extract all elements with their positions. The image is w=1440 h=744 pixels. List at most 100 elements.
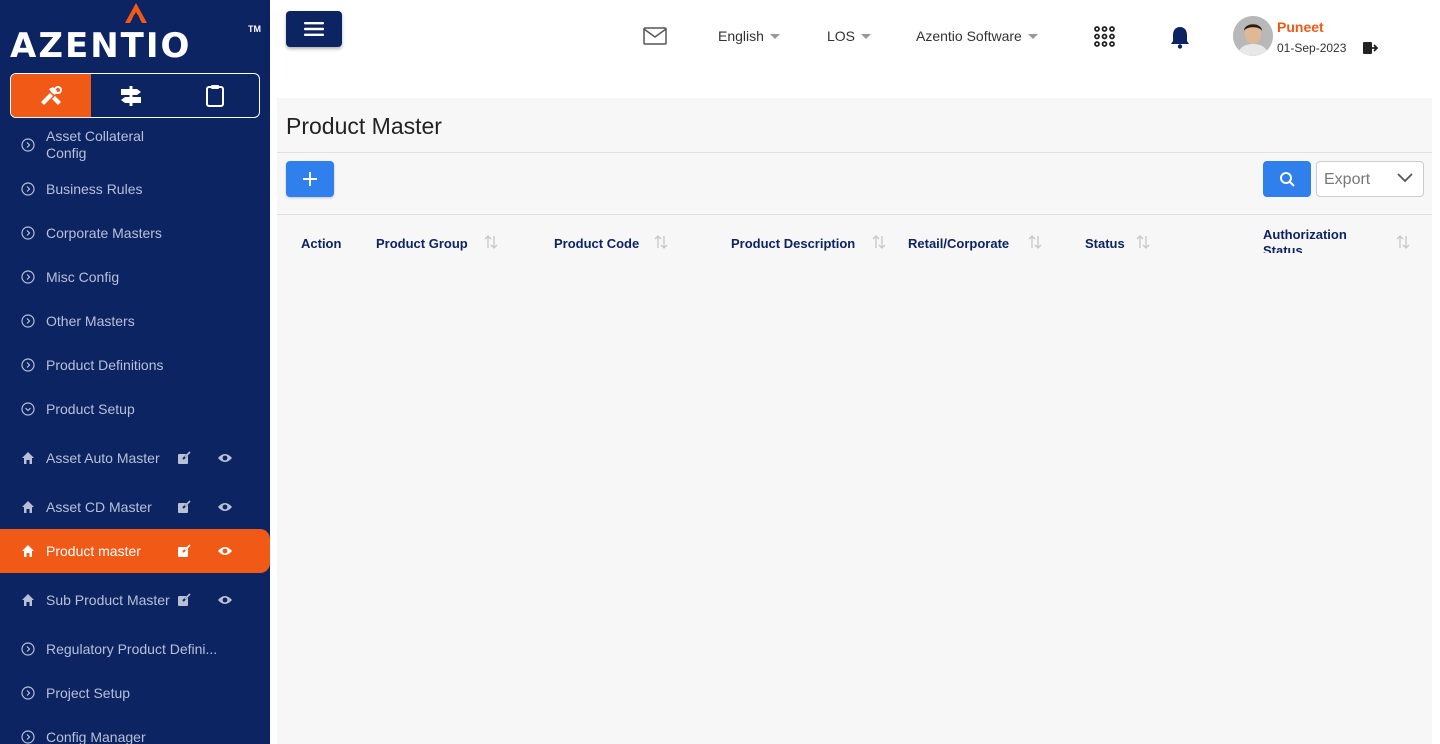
logo-trademark: TM bbox=[248, 24, 261, 34]
sidebar-item-label: Product Definitions bbox=[46, 356, 164, 373]
mail-icon[interactable] bbox=[643, 27, 667, 45]
plus-icon bbox=[303, 172, 317, 186]
module-tab-clipboard[interactable] bbox=[171, 74, 259, 117]
home-icon bbox=[22, 452, 34, 464]
user-name: Puneet bbox=[1277, 19, 1324, 35]
sidebar-item-business-rules[interactable]: Business Rules bbox=[0, 167, 270, 211]
home-icon bbox=[22, 594, 34, 606]
company-value: Azentio Software bbox=[916, 28, 1022, 44]
eye-icon[interactable] bbox=[217, 452, 233, 464]
user-date: 01-Sep-2023 bbox=[1277, 41, 1347, 55]
language-dropdown[interactable]: English bbox=[718, 28, 780, 44]
module-tab-signpost[interactable] bbox=[91, 74, 171, 117]
product-master-panel: Product Master Export Action Product Gro… bbox=[277, 98, 1432, 744]
chevron-circle-right-icon bbox=[21, 314, 35, 328]
chevron-circle-right-icon bbox=[21, 138, 35, 152]
edit-icon[interactable] bbox=[177, 544, 191, 558]
logo-mark-icon bbox=[125, 3, 147, 23]
column-header-status[interactable]: Status bbox=[1085, 215, 1260, 253]
column-header-action: Action bbox=[301, 215, 371, 253]
column-label: Product Code bbox=[554, 236, 640, 251]
azentio-logo[interactable]: AZENTIO TM bbox=[10, 2, 262, 68]
chevron-circle-right-icon bbox=[21, 226, 35, 240]
clipboard-icon bbox=[206, 84, 224, 107]
sidebar-item-label: Product Setup bbox=[46, 400, 135, 417]
sort-icon[interactable] bbox=[1135, 234, 1151, 250]
main-content: Product Master Export Action Product Gro… bbox=[270, 76, 1440, 744]
language-value: English bbox=[718, 28, 764, 44]
sort-icon[interactable] bbox=[1395, 234, 1411, 250]
edit-icon[interactable] bbox=[177, 500, 191, 514]
module-tab-tools[interactable] bbox=[11, 74, 91, 117]
sidebar-item-label: Asset Auto Master bbox=[46, 449, 160, 466]
sidebar-item-asset-collateral-config[interactable]: Asset Collateral Config bbox=[0, 123, 270, 167]
sidebar-item-project-setup[interactable]: Project Setup bbox=[0, 671, 270, 715]
hamburger-icon bbox=[304, 22, 324, 36]
export-label: Export bbox=[1324, 171, 1371, 188]
apps-grid-icon[interactable] bbox=[1094, 26, 1115, 47]
user-photo-icon bbox=[1233, 16, 1273, 56]
sidebar-item-asset-auto-master[interactable]: Asset Auto Master bbox=[0, 431, 270, 485]
sidebar-item-product-master[interactable]: Product master bbox=[0, 529, 270, 573]
tools-icon bbox=[41, 85, 62, 105]
sidebar-item-label: Asset CD Master bbox=[46, 498, 152, 515]
sidebar-item-product-setup[interactable]: Product Setup bbox=[0, 387, 270, 431]
sort-icon[interactable] bbox=[483, 234, 499, 250]
notification-bell-icon[interactable] bbox=[1169, 25, 1191, 49]
company-dropdown[interactable]: Azentio Software bbox=[916, 28, 1038, 44]
sidebar-item-misc-config[interactable]: Misc Config bbox=[0, 255, 270, 299]
sidebar-nav: Asset Collateral Config Business Rules C… bbox=[0, 123, 270, 744]
module-dropdown[interactable]: LOS bbox=[827, 28, 872, 44]
chevron-circle-right-icon bbox=[21, 642, 35, 656]
sort-icon[interactable] bbox=[1027, 234, 1043, 250]
eye-icon[interactable] bbox=[217, 545, 233, 557]
column-header-product-code[interactable]: Product Code bbox=[554, 215, 729, 253]
column-header-product-group[interactable]: Product Group bbox=[376, 215, 551, 253]
sidebar-item-config-manager[interactable]: Config Manager bbox=[0, 715, 270, 744]
sidebar-item-regulatory-product-definition[interactable]: Regulatory Product Defini... bbox=[0, 627, 270, 671]
sidebar-item-label: Corporate Masters bbox=[46, 224, 162, 241]
add-button[interactable] bbox=[286, 161, 334, 197]
sidebar-item-sub-product-master[interactable]: Sub Product Master bbox=[0, 573, 270, 627]
search-icon bbox=[1280, 172, 1295, 187]
chevron-circle-down-icon bbox=[21, 402, 35, 416]
search-button[interactable] bbox=[1263, 161, 1311, 197]
edit-icon[interactable] bbox=[177, 593, 191, 607]
sidebar-item-label: Other Masters bbox=[46, 312, 135, 329]
sidebar-item-label: Config Manager bbox=[46, 728, 146, 744]
top-header: English LOS Azentio Software Puneet 01-S… bbox=[270, 0, 1440, 76]
sort-icon[interactable] bbox=[653, 234, 669, 250]
menu-toggle-button[interactable] bbox=[286, 11, 342, 47]
sidebar-item-label: Business Rules bbox=[46, 180, 143, 197]
sidebar-item-label: Asset Collateral Config bbox=[46, 128, 145, 161]
chevron-circle-right-icon bbox=[21, 730, 35, 744]
sort-icon[interactable] bbox=[871, 234, 887, 250]
sidebar-item-asset-cd-master[interactable]: Asset CD Master bbox=[0, 485, 270, 529]
page-title: Product Master bbox=[286, 113, 442, 139]
sidebar-item-label: Product master bbox=[46, 542, 141, 559]
caret-down-icon bbox=[1027, 33, 1038, 39]
module-tabs bbox=[10, 73, 260, 118]
divider bbox=[277, 152, 1432, 153]
sidebar-item-label: Sub Product Master bbox=[46, 591, 170, 608]
home-icon bbox=[22, 501, 34, 513]
sidebar-item-product-definitions[interactable]: Product Definitions bbox=[0, 343, 270, 387]
eye-icon[interactable] bbox=[217, 501, 233, 513]
eye-icon[interactable] bbox=[217, 594, 233, 606]
column-header-product-description[interactable]: Product Description bbox=[731, 215, 906, 253]
logout-icon[interactable] bbox=[1362, 41, 1378, 55]
sidebar-item-other-masters[interactable]: Other Masters bbox=[0, 299, 270, 343]
chevron-circle-right-icon bbox=[21, 686, 35, 700]
column-label: Retail/Corporate bbox=[908, 236, 1010, 251]
chevron-circle-right-icon bbox=[21, 182, 35, 196]
user-avatar[interactable] bbox=[1233, 16, 1273, 56]
sidebar-item-corporate-masters[interactable]: Corporate Masters bbox=[0, 211, 270, 255]
export-dropdown[interactable]: Export bbox=[1316, 161, 1424, 197]
table-header: Action Product Group Product Code Produc… bbox=[277, 215, 1432, 253]
column-header-authorization-status[interactable]: Authorization Status bbox=[1263, 215, 1428, 253]
edit-icon[interactable] bbox=[177, 451, 191, 465]
column-label: Action bbox=[301, 236, 342, 251]
column-header-retail-corporate[interactable]: Retail/Corporate bbox=[908, 215, 1083, 253]
chevron-circle-right-icon bbox=[21, 358, 35, 372]
sidebar-item-label: Regulatory Product Defini... bbox=[46, 640, 218, 657]
